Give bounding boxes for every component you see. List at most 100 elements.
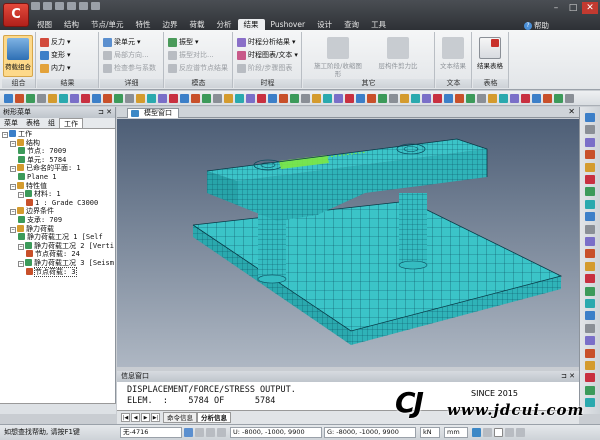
collapse-icon[interactable]: − <box>18 243 24 250</box>
node-number-icon[interactable] <box>81 94 90 103</box>
select-icon[interactable] <box>4 94 13 103</box>
tab-command-info[interactable]: 命令信息 <box>163 412 197 423</box>
redraw-icon[interactable] <box>585 311 595 321</box>
perspective-icon[interactable] <box>585 274 595 284</box>
render-icon[interactable] <box>158 94 167 103</box>
close-button[interactable]: ✕ <box>582 2 598 14</box>
collapse-icon[interactable]: − <box>18 260 24 267</box>
element-number-icon[interactable] <box>585 299 595 308</box>
iso-view-icon[interactable] <box>585 175 595 184</box>
pan-icon[interactable] <box>114 94 123 103</box>
ribbon-tab[interactable]: 结果 <box>237 19 265 30</box>
home-icon[interactable] <box>585 323 595 333</box>
model-window-tab[interactable]: 模型窗口 <box>127 108 179 118</box>
grid-icon[interactable] <box>195 428 204 437</box>
pan-icon[interactable] <box>202 94 211 103</box>
settings-icon[interactable] <box>585 361 595 370</box>
dimension-icon[interactable] <box>585 385 595 395</box>
hidden-icon[interactable] <box>323 94 332 103</box>
model-viewport[interactable] <box>117 119 579 367</box>
render-icon[interactable] <box>334 94 343 103</box>
select-icon[interactable] <box>585 237 595 246</box>
internal-force-button[interactable]: 内力 ▾ <box>40 63 71 74</box>
collapse-icon[interactable]: − <box>10 209 16 216</box>
tree-item[interactable]: − 结构 <box>0 138 115 148</box>
tree-item[interactable]: 节点: 7009 <box>0 147 115 156</box>
reaction-button[interactable]: 反力 ▾ <box>40 37 71 48</box>
hidden-icon[interactable] <box>411 94 420 103</box>
collapse-icon[interactable]: − <box>10 183 16 190</box>
redo-icon[interactable] <box>79 2 88 10</box>
ribbon-tab[interactable]: 结构 <box>58 19 85 30</box>
color-icon[interactable] <box>483 428 492 437</box>
select-icon[interactable] <box>356 94 365 103</box>
select-icon[interactable] <box>92 94 101 103</box>
tree-item[interactable]: 支承: 709 <box>0 215 115 225</box>
app-logo-button[interactable]: C <box>3 3 29 27</box>
rotate-icon[interactable] <box>565 94 574 103</box>
select-icon[interactable] <box>444 94 453 103</box>
open-icon[interactable] <box>43 2 52 10</box>
ribbon-tab[interactable]: 分析 <box>211 19 238 30</box>
tree-item[interactable]: − 材料: 1 <box>0 190 115 199</box>
new-icon[interactable] <box>31 2 40 10</box>
snap-icon[interactable] <box>184 428 193 437</box>
zoom-icon[interactable] <box>543 94 552 103</box>
maximize-button[interactable]: □ <box>565 2 581 14</box>
node-number-icon[interactable] <box>169 94 178 103</box>
tree-item[interactable]: − 静力荷载 <box>0 224 115 234</box>
rotate-icon[interactable] <box>213 94 222 103</box>
collapse-icon[interactable]: − <box>10 166 16 173</box>
first-tab-icon[interactable]: |◀ <box>121 413 130 422</box>
pan-icon[interactable] <box>378 94 387 103</box>
view-icon[interactable] <box>312 94 321 103</box>
load-combo-button[interactable]: 荷载组合 <box>3 35 33 77</box>
zoom-icon[interactable] <box>15 94 24 103</box>
select-icon[interactable] <box>180 94 189 103</box>
pan-icon[interactable] <box>554 94 563 103</box>
pan-icon[interactable] <box>290 94 299 103</box>
construction-stage-button[interactable]: 施工阶段/收缩图形 <box>311 35 365 78</box>
front-view-icon[interactable] <box>585 150 595 160</box>
select-icon[interactable] <box>268 94 277 103</box>
deform-button[interactable]: 变形 ▾ <box>40 50 71 61</box>
rotate-icon[interactable] <box>37 94 46 103</box>
save-icon[interactable] <box>55 2 64 10</box>
last-tab-icon[interactable]: ▶| <box>151 413 160 422</box>
beam-element-button[interactable]: 梁单元 ▾ <box>103 37 141 48</box>
pan-icon[interactable] <box>466 94 475 103</box>
settings-icon[interactable] <box>516 428 525 437</box>
collapse-icon[interactable]: − <box>2 132 8 138</box>
pan-icon[interactable] <box>26 94 35 103</box>
zoom-icon[interactable] <box>191 94 200 103</box>
rotate-icon[interactable] <box>585 261 595 271</box>
tree-tab[interactable]: 菜单 <box>0 118 22 128</box>
ortho-icon[interactable] <box>206 428 215 437</box>
close-icon[interactable]: ✕ <box>568 107 575 116</box>
tree-item[interactable]: − 工作 <box>0 130 115 139</box>
node-number-icon[interactable] <box>433 94 442 103</box>
node-number-icon[interactable] <box>585 286 595 296</box>
text-result-button[interactable]: 文本结果 <box>438 35 468 77</box>
ribbon-tab[interactable]: 工具 <box>365 19 392 30</box>
collapse-icon[interactable]: − <box>10 226 16 233</box>
background-icon[interactable] <box>494 428 503 437</box>
ribbon-tab[interactable]: 荷载 <box>184 19 211 30</box>
node-number-icon[interactable] <box>257 94 266 103</box>
color-icon[interactable] <box>585 224 595 234</box>
view-icon[interactable] <box>224 94 233 103</box>
node-number-icon[interactable] <box>521 94 530 103</box>
view-icon[interactable] <box>488 94 497 103</box>
render-icon[interactable] <box>246 94 255 103</box>
ribbon-tab[interactable]: 设计 <box>311 19 338 30</box>
display-icon[interactable] <box>472 428 481 437</box>
hidden-icon[interactable] <box>147 94 156 103</box>
rotate-icon[interactable] <box>477 94 486 103</box>
tree-item[interactable]: 节点荷载: 3 <box>0 266 115 277</box>
shade-icon[interactable] <box>585 199 595 209</box>
tree-item[interactable]: 节点荷载: 24 <box>0 250 115 259</box>
lock-icon[interactable] <box>505 428 514 437</box>
time-graph-button[interactable]: 时程图表/文本 ▾ <box>237 50 298 61</box>
pan-icon[interactable] <box>585 249 595 259</box>
zoom-icon[interactable] <box>455 94 464 103</box>
